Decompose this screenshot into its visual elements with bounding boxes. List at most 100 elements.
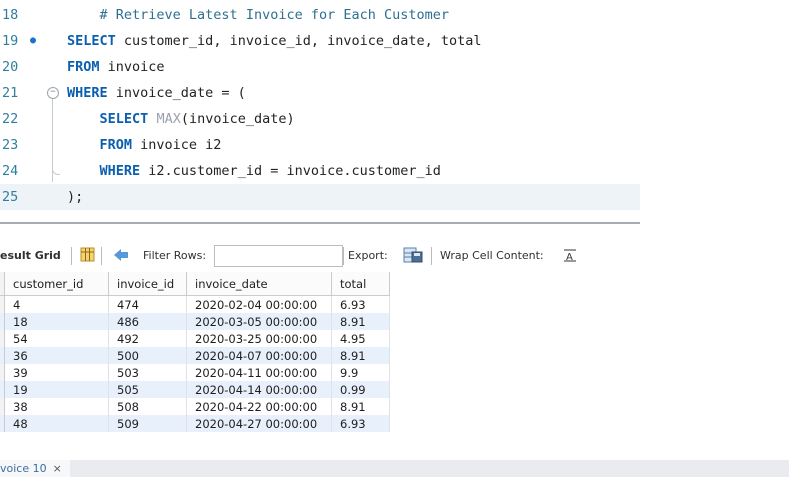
sql-editor[interactable]: 18 # Retrieve Latest Invoice for Each Cu… [0,0,789,212]
code-line[interactable]: 22 SELECT MAX(invoice_date) [0,106,789,132]
cell-invoice-id[interactable]: 500 [108,347,187,364]
cell-customer-id[interactable]: 54 [4,330,109,347]
code-line[interactable]: 18 # Retrieve Latest Invoice for Each Cu… [0,2,789,28]
code-line[interactable]: 23 FROM invoice i2 [0,132,789,158]
code-text: # Retrieve Latest Invoice for Each Custo… [67,2,450,28]
line-number: 24 [2,163,19,179]
table-row[interactable]: 4 474 2020-02-04 00:00:00 6.93 [0,295,390,313]
grid-icon[interactable] [80,247,95,262]
table-row[interactable]: 19 505 2020-04-14 00:00:00 0.99 [0,381,390,398]
cell-customer-id[interactable]: 4 [4,295,109,313]
fold-toggle-icon[interactable]: − [47,87,59,99]
line-number: 18 [2,7,19,23]
code-text: FROM invoice i2 [67,132,222,158]
code-text: WHERE invoice_date = ( [67,80,246,106]
table-row[interactable]: 38 508 2020-04-22 00:00:00 8.91 [0,398,390,415]
code-token: invoice i2 [132,137,222,153]
filter-rows-label: Filter Rows: [143,249,207,262]
editor-results-splitter[interactable] [0,222,640,224]
cell-invoice-id[interactable]: 509 [108,415,187,432]
cell-customer-id[interactable]: 39 [4,364,109,381]
sql-keyword: FROM [67,59,100,75]
cell-total[interactable]: 8.91 [331,398,390,415]
wrap-text-icon[interactable]: A [563,248,577,262]
cell-total[interactable]: 8.91 [331,347,390,364]
sql-keyword: SELECT [99,111,149,127]
toolbar-separator [101,247,102,265]
code-token: ); [67,189,84,205]
result-tab[interactable]: voice 10 × [0,460,70,477]
line-number: 22 [2,111,19,127]
code-text: SELECT customer_id, invoice_id, invoice_… [67,28,482,54]
code-line[interactable]: 24 WHERE i2.customer_id = invoice.custom… [0,158,789,184]
cell-total[interactable]: 6.93 [331,295,390,313]
cell-invoice-id[interactable]: 505 [108,381,187,398]
grid-header-row: customer_id invoice_id invoice_date tota… [0,272,390,296]
table-row[interactable]: 36 500 2020-04-07 00:00:00 8.91 [0,347,390,364]
code-token: i2.customer_id = invoice.customer_id [140,163,441,179]
export-icon[interactable] [403,246,423,264]
result-tabs-bar: voice 10 × [0,460,789,477]
cell-invoice-id[interactable]: 492 [108,330,187,347]
code-line[interactable]: 21 − WHERE invoice_date = ( [0,80,789,106]
code-line[interactable]: 25); [0,184,640,210]
column-header-total[interactable]: total [331,272,390,296]
close-icon[interactable]: × [53,462,62,475]
code-text: FROM invoice [67,54,165,80]
cell-invoice-id[interactable]: 503 [108,364,187,381]
cell-total[interactable]: 0.99 [331,381,390,398]
column-header-invoice-date[interactable]: invoice_date [186,272,332,296]
cell-total[interactable]: 8.91 [331,313,390,330]
cell-invoice-date[interactable]: 2020-03-25 00:00:00 [186,330,332,347]
cell-invoice-date[interactable]: 2020-04-11 00:00:00 [186,364,332,381]
table-row[interactable]: 39 503 2020-04-11 00:00:00 9.9 [0,364,390,381]
cell-customer-id[interactable]: 36 [4,347,109,364]
code-token: (invoice_date) [180,111,295,127]
line-number: 20 [2,59,19,75]
sql-function: MAX [156,111,181,127]
export-label: Export: [348,249,388,262]
sql-keyword: WHERE [99,163,141,179]
table-row[interactable]: 48 509 2020-04-27 00:00:00 6.93 [0,415,390,432]
sql-keyword: SELECT [67,33,116,49]
cell-total[interactable]: 9.9 [331,364,390,381]
column-header-invoice-id[interactable]: invoice_id [108,272,187,296]
cell-invoice-date[interactable]: 2020-03-05 00:00:00 [186,313,332,330]
cell-invoice-date[interactable]: 2020-04-07 00:00:00 [186,347,332,364]
table-row[interactable]: 54 492 2020-03-25 00:00:00 4.95 [0,330,390,347]
code-line[interactable]: 19 ● SELECT customer_id, invoice_id, invoi… [0,28,789,54]
column-header-customer-id[interactable]: customer_id [4,272,109,296]
sql-keyword: FROM [99,137,133,153]
cell-invoice-id[interactable]: 508 [108,398,187,415]
code-token: customer_id, invoice_id, invoice_date, t… [115,33,482,49]
toolbar-separator [343,247,344,265]
line-number: 23 [2,137,19,153]
table-row[interactable]: 18 486 2020-03-05 00:00:00 8.91 [0,313,390,330]
cell-total[interactable]: 6.93 [331,415,390,432]
cell-invoice-date[interactable]: 2020-02-04 00:00:00 [186,295,332,313]
cell-customer-id[interactable]: 19 [4,381,109,398]
line-number: 25 [2,189,19,205]
result-grid-tab[interactable]: esult Grid [0,249,61,262]
cell-customer-id[interactable]: 18 [4,313,109,330]
code-text: WHERE i2.customer_id = invoice.customer_… [67,158,441,184]
refresh-icon[interactable] [111,247,131,263]
toolbar-separator [431,247,432,265]
filter-rows-input[interactable] [214,245,343,267]
cell-invoice-date[interactable]: 2020-04-22 00:00:00 [186,398,332,415]
cell-total[interactable]: 4.95 [331,330,390,347]
code-text: ); [67,184,83,210]
toolbar-separator [71,247,72,265]
sql-comment: # Retrieve Latest Invoice for Each Custo… [99,7,450,23]
cell-invoice-date[interactable]: 2020-04-14 00:00:00 [186,381,332,398]
cell-customer-id[interactable]: 38 [4,398,109,415]
cell-invoice-date[interactable]: 2020-04-27 00:00:00 [186,415,332,432]
cell-customer-id[interactable]: 48 [4,415,109,432]
code-line[interactable]: 20 FROM invoice [0,54,789,80]
cell-invoice-id[interactable]: 486 [108,313,187,330]
cell-invoice-id[interactable]: 474 [108,295,187,313]
result-grid[interactable]: customer_id invoice_id invoice_date tota… [0,272,390,432]
